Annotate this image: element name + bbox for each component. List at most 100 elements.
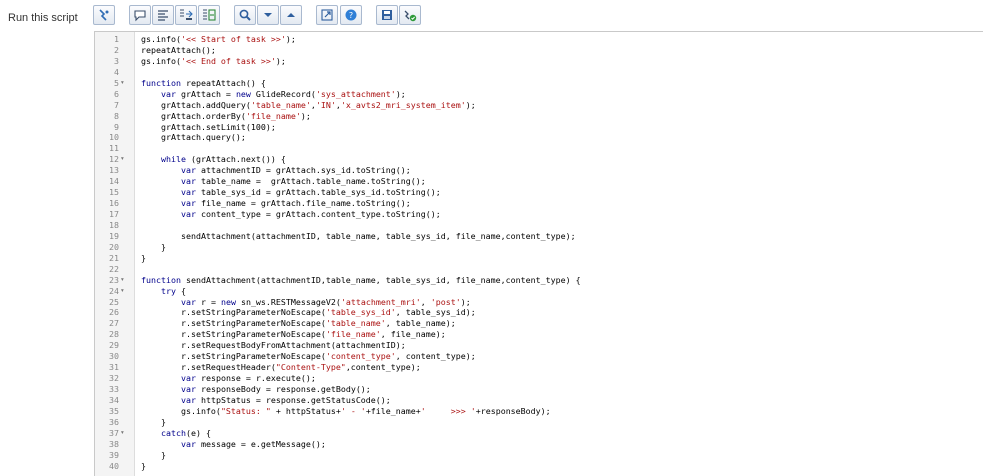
- line-number: 23: [109, 274, 119, 285]
- comment-button[interactable]: [129, 5, 151, 25]
- script-editor[interactable]: 1 gs.info('<< Start of task >>'); 2 repeatA…: [94, 31, 983, 476]
- line-number: 7: [114, 99, 119, 110]
- code-text: var content_type = grAttach.content_type…: [180, 209, 441, 219]
- code-text: r.setStringParameterNoEscape('content_ty…: [141, 351, 476, 362]
- line-number: 24: [109, 285, 119, 296]
- code-line: 34 var httpStatus = response.getStatusCo…: [95, 395, 983, 406]
- chevron-up-icon: [287, 13, 295, 17]
- code-line: 4: [95, 67, 983, 78]
- code-text: var file_name = grAttach.file_name.toStr…: [180, 198, 411, 209]
- run-script-label: Run this script: [8, 12, 78, 24]
- line-number: 2: [114, 44, 119, 55]
- code-line: 19 sendAttachment(attachmentID, table_na…: [95, 231, 983, 242]
- code-line: 21}: [95, 253, 983, 264]
- code-text: }: [141, 416, 166, 427]
- code-text: gs.info('<< End of task >>');: [141, 55, 286, 66]
- format-code-button[interactable]: [93, 5, 115, 25]
- search-button[interactable]: [234, 5, 256, 25]
- line-number: 27: [109, 318, 119, 329]
- replace-all-button[interactable]: [198, 5, 220, 25]
- fold-toggle-icon[interactable]: ▾: [121, 154, 124, 165]
- replace-all-icon: [203, 9, 216, 21]
- expand-window-icon: [321, 9, 333, 21]
- code-line: 25 var r = new sn_ws.RESTMessageV2('atta…: [95, 297, 983, 308]
- fold-toggle-icon[interactable]: ▾: [121, 428, 124, 439]
- fold-toggle-icon[interactable]: ▾: [121, 275, 124, 286]
- line-number: 32: [109, 373, 119, 384]
- code-text: grAttach.setLimit(100);: [141, 121, 276, 132]
- help-button[interactable]: ?: [340, 5, 362, 25]
- line-number: 25: [109, 296, 119, 307]
- find-next-button[interactable]: [257, 5, 279, 25]
- line-number: 18: [109, 219, 119, 230]
- code-lines: 1 gs.info('<< Start of task >>'); 2 repeatA…: [95, 34, 983, 472]
- align-left-button[interactable]: [152, 5, 174, 25]
- code-text: while (grAttach.next()) {: [160, 154, 286, 165]
- code-line: 2 repeatAttach();: [95, 45, 983, 56]
- code-text: var message = e.getMessage();: [180, 438, 326, 449]
- code-line: 29 r.setRequestBodyFromAttachment(attach…: [95, 340, 983, 351]
- code-text: var r = new sn_ws.RESTMessageV2('attachm…: [180, 296, 471, 307]
- line-number: 26: [109, 307, 119, 318]
- line-number: 31: [109, 362, 119, 373]
- code-text: grAttach.orderBy('file_name');: [141, 110, 311, 121]
- code-text: function repeatAttach() {: [141, 77, 266, 88]
- code-line: 30 r.setStringParameterNoEscape('content…: [95, 351, 983, 362]
- line-number: 39: [109, 449, 119, 460]
- comment-icon: [134, 10, 146, 22]
- line-number: 5: [114, 77, 119, 88]
- code-text: r.setStringParameterNoEscape('table_name…: [141, 318, 456, 329]
- code-line: 5 ▾ function repeatAttach() {: [95, 78, 983, 89]
- code-text: var table_sys_id = grAttach.table_sys_id…: [180, 187, 441, 198]
- code-text: }: [141, 241, 166, 252]
- code-line: 17 var content_type = grAttach.content_t…: [95, 209, 983, 220]
- code-line: 6 var grAttach = new GlideRecord('sys_at…: [95, 89, 983, 100]
- code-text: gs.info('<< Start of task >>');: [141, 34, 296, 44]
- code-line: 10 grAttach.query();: [95, 132, 983, 143]
- code-line: 38 var message = e.getMessage();: [95, 439, 983, 450]
- save-button[interactable]: [376, 5, 398, 25]
- code-line: 32 var response = r.execute();: [95, 373, 983, 384]
- line-number: 4: [114, 66, 119, 77]
- find-previous-button[interactable]: [280, 5, 302, 25]
- code-text: r.setRequestBodyFromAttachment(attachmen…: [141, 340, 406, 351]
- expand-window-button[interactable]: [316, 5, 338, 25]
- code-text: var grAttach = new GlideRecord('sys_atta…: [160, 88, 406, 99]
- code-text: grAttach.addQuery('table_name','IN','x_a…: [141, 99, 476, 110]
- code-line: 23 ▾ function sendAttachment(attachmentID,…: [95, 275, 983, 286]
- help-icon: ?: [345, 9, 357, 21]
- code-line: 22: [95, 264, 983, 275]
- line-number: 14: [109, 176, 119, 187]
- line-number: 30: [109, 351, 119, 362]
- code-line: 40}: [95, 461, 983, 472]
- code-text: var httpStatus = response.getStatusCode(…: [180, 394, 391, 405]
- line-number: 35: [109, 405, 119, 416]
- code-text: var table_name = grAttach.table_name.toS…: [180, 176, 426, 187]
- code-line: 12 ▾ while (grAttach.next()) {: [95, 154, 983, 165]
- fold-toggle-icon[interactable]: ▾: [121, 78, 124, 89]
- format-code-icon: [99, 9, 109, 21]
- line-number: 15: [109, 187, 119, 198]
- check-script-icon: [404, 10, 417, 22]
- line-number: 33: [109, 384, 119, 394]
- code-text: sendAttachment(attachmentID, table_name,…: [141, 230, 576, 241]
- line-number: 36: [109, 416, 119, 427]
- code-line: 18: [95, 220, 983, 231]
- code-text: }: [141, 252, 146, 263]
- code-line: 37 ▾ catch(e) {: [95, 428, 983, 439]
- line-number: 40: [109, 460, 119, 471]
- svg-text:?: ?: [349, 11, 353, 20]
- replace-button[interactable]: [175, 5, 197, 25]
- line-number: 21: [109, 252, 119, 263]
- code-line: 35 gs.info("Status: " + httpStatus+' - '…: [95, 406, 983, 417]
- check-script-button[interactable]: [399, 5, 421, 25]
- chevron-down-icon: [264, 13, 272, 17]
- line-number: 28: [109, 329, 119, 340]
- code-line: 3 gs.info('<< End of task >>');: [95, 56, 983, 67]
- code-line: 15 var table_sys_id = grAttach.table_sys…: [95, 187, 983, 198]
- code-line: 28 r.setStringParameterNoEscape('file_na…: [95, 329, 983, 340]
- code-text: grAttach.query();: [141, 132, 246, 143]
- code-line: 13 var attachmentID = grAttach.sys_id.to…: [95, 165, 983, 176]
- line-number: 37: [109, 427, 119, 438]
- fold-toggle-icon[interactable]: ▾: [121, 286, 124, 297]
